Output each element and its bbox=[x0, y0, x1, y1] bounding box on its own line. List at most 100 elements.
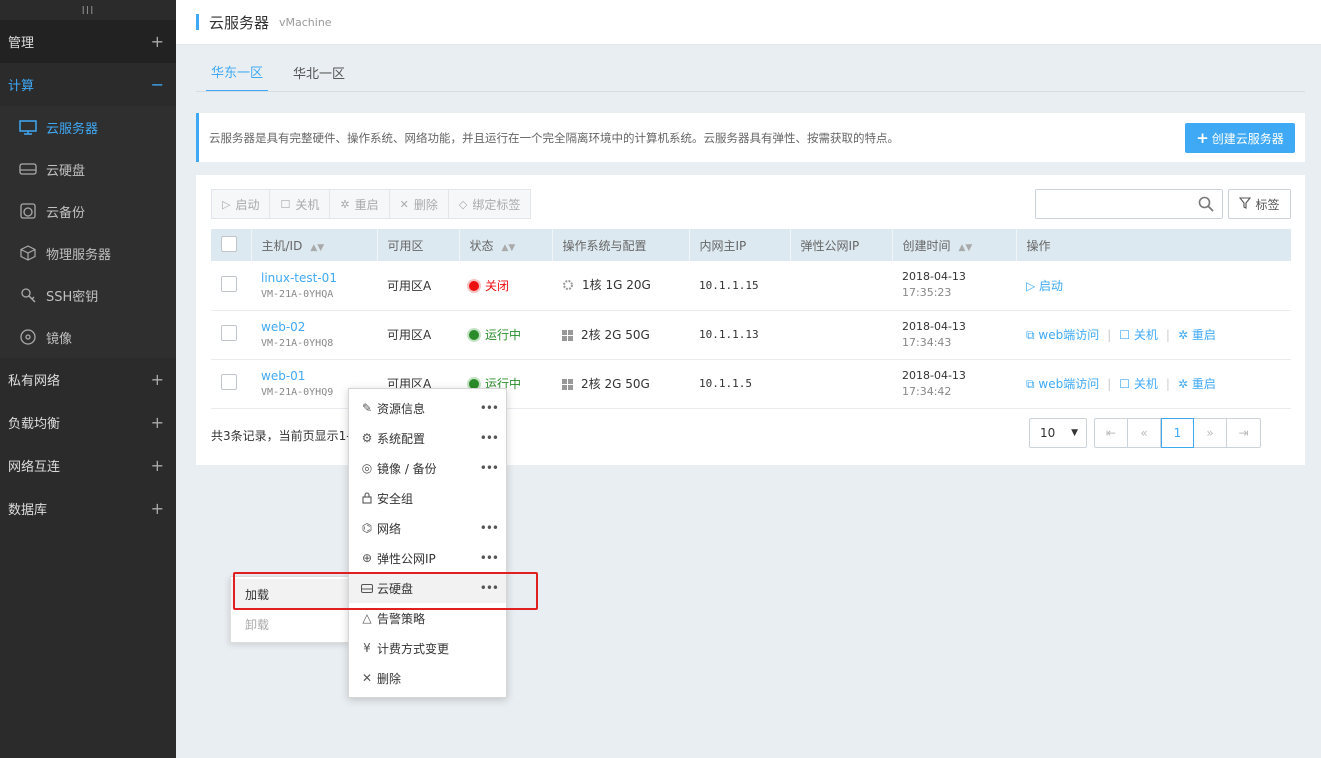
expand-icon: + bbox=[150, 499, 164, 518]
sidebar-item-physical-server[interactable]: 物理服务器 bbox=[0, 232, 176, 274]
stop-action[interactable]: ☐ 关机 bbox=[1119, 377, 1158, 391]
search-icon[interactable] bbox=[1198, 196, 1214, 215]
sidebar-group-label: 私有网络 bbox=[8, 374, 61, 389]
web-access-action[interactable]: ⧉ web端访问 bbox=[1026, 328, 1099, 342]
restart-action[interactable]: ✲ 重启 bbox=[1178, 328, 1216, 342]
sidebar-group-interconnect[interactable]: 网络互连 + bbox=[0, 444, 176, 487]
sidebar-item-label: 镜像 bbox=[46, 331, 73, 347]
menu-item-security-group[interactable]: 安全组 bbox=[349, 483, 506, 513]
cube-icon bbox=[18, 245, 38, 261]
config-text: 1核 1G 20G bbox=[582, 278, 651, 293]
menu-item-resource-info[interactable]: ✎ 资源信息 ••• bbox=[349, 393, 506, 423]
menu-item-cloud-disk[interactable]: 云硬盘 ••• bbox=[349, 573, 506, 603]
create-server-button[interactable]: + 创建云服务器 bbox=[1185, 123, 1295, 153]
menu-item-elastic-ip[interactable]: ⊕ 弹性公网IP ••• bbox=[349, 543, 506, 573]
sidebar-group-label: 数据库 bbox=[8, 503, 48, 518]
more-icon: ••• bbox=[479, 461, 499, 475]
row-checkbox[interactable] bbox=[221, 325, 237, 341]
menu-item-image-backup[interactable]: ◎ 镜像 / 备份 ••• bbox=[349, 453, 506, 483]
restart-label: 重启 bbox=[354, 197, 379, 212]
host-name-link[interactable]: web-02 bbox=[261, 320, 377, 334]
start-action[interactable]: ▷ 启动 bbox=[1026, 279, 1063, 293]
web-access-action[interactable]: ⧉ web端访问 bbox=[1026, 377, 1099, 391]
stop-button[interactable]: ☐ 关机 bbox=[270, 190, 331, 218]
sort-icon[interactable]: ▲▼ bbox=[310, 243, 324, 253]
sidebar-group-label: 网络互连 bbox=[8, 460, 61, 475]
sidebar-item-ssh-key[interactable]: SSH密钥 bbox=[0, 274, 176, 316]
eip-cell bbox=[790, 310, 892, 359]
sidebar-item-label: 云备份 bbox=[46, 205, 86, 221]
last-page-button[interactable]: ⇥ bbox=[1227, 419, 1260, 447]
stop-action[interactable]: ☐ 关机 bbox=[1119, 328, 1158, 342]
menu-item-alarm-policy[interactable]: △ 告警策略 bbox=[349, 603, 506, 633]
divider: | bbox=[1107, 328, 1112, 342]
menu-item-label: 删除 bbox=[377, 671, 402, 686]
actions-cell: ▷ 启动 bbox=[1016, 261, 1291, 310]
tag-filter-button[interactable]: 标签 bbox=[1228, 189, 1291, 219]
page-size-select[interactable]: 10 ▼ bbox=[1029, 418, 1087, 448]
col-private-ip: 内网主IP bbox=[689, 229, 791, 261]
disk-icon bbox=[361, 583, 373, 593]
sort-icon[interactable]: ▲▼ bbox=[959, 243, 973, 253]
current-page-button[interactable]: 1 bbox=[1161, 418, 1194, 448]
tab-north-china-1[interactable]: 华北一区 bbox=[288, 52, 350, 92]
row-checkbox[interactable] bbox=[221, 374, 237, 390]
sidebar-group-management[interactable]: 管理 + bbox=[0, 20, 176, 63]
sidebar-group-compute[interactable]: 计算 − bbox=[0, 63, 176, 106]
sidebar-group-database[interactable]: 数据库 + bbox=[0, 487, 176, 530]
sort-icon[interactable]: ▲▼ bbox=[502, 243, 516, 253]
menu-item-system-config[interactable]: ⚙ 系统配置 ••• bbox=[349, 423, 506, 453]
sidebar-collapse-handle[interactable]: III bbox=[0, 0, 176, 20]
search-input[interactable] bbox=[1035, 189, 1223, 219]
created-time: 17:35:23 bbox=[902, 286, 952, 300]
sidebar-item-cloud-server[interactable]: 云服务器 bbox=[0, 106, 176, 148]
tab-east-china-1[interactable]: 华东一区 bbox=[206, 52, 269, 92]
stop-action-label: 关机 bbox=[1133, 328, 1158, 342]
menu-item-label: 弹性公网IP bbox=[377, 551, 436, 566]
menu-item-label: 计费方式变更 bbox=[377, 641, 450, 656]
linux-icon bbox=[562, 279, 574, 294]
col-status[interactable]: 状态 ▲▼ bbox=[459, 229, 553, 261]
next-page-button[interactable]: » bbox=[1194, 419, 1227, 447]
expand-icon: + bbox=[150, 413, 164, 432]
row-checkbox[interactable] bbox=[221, 275, 237, 292]
host-name-link[interactable]: web-01 bbox=[261, 369, 377, 383]
sidebar-submenu-compute: 云服务器 云硬盘 云备份 物理服务器 SSH密钥 镜像 bbox=[0, 106, 176, 358]
menu-item-network[interactable]: ⌬ 网络 ••• bbox=[349, 513, 506, 543]
page-title: 云服务器 bbox=[209, 13, 270, 32]
col-created-time[interactable]: 创建时间 ▲▼ bbox=[892, 229, 1017, 261]
restart-action[interactable]: ✲ 重启 bbox=[1178, 377, 1216, 391]
sidebar-item-cloud-disk[interactable]: 云硬盘 bbox=[0, 148, 176, 190]
col-label: 创建时间 bbox=[902, 238, 951, 253]
square-icon: ☐ bbox=[1119, 328, 1131, 342]
more-icon: ••• bbox=[479, 521, 499, 535]
monitor-icon bbox=[18, 119, 38, 135]
table-row: web-02 VM-21A-0YHQ8 可用区A 运行中 2核 2G 50G 10… bbox=[211, 310, 1291, 359]
sidebar-item-image[interactable]: 镜像 bbox=[0, 316, 176, 358]
start-button[interactable]: ▷ 启动 bbox=[212, 190, 271, 218]
menu-item-delete[interactable]: ✕ 删除 bbox=[349, 663, 506, 693]
restart-button[interactable]: ✲ 重启 bbox=[330, 190, 390, 218]
prev-page-button[interactable]: « bbox=[1128, 419, 1161, 447]
config-text: 2核 2G 50G bbox=[581, 327, 650, 342]
col-host-id[interactable]: 主机/ID ▲▼ bbox=[251, 229, 378, 261]
windows-icon bbox=[562, 329, 573, 344]
first-page-button[interactable]: ⇤ bbox=[1095, 419, 1128, 447]
web-access-label: web端访问 bbox=[1038, 328, 1100, 342]
bind-tag-button[interactable]: ◇ 绑定标签 bbox=[449, 190, 530, 218]
caret-down-icon: ▼ bbox=[1071, 428, 1078, 438]
sidebar-group-load-balancer[interactable]: 负载均衡 + bbox=[0, 401, 176, 444]
delete-label: 删除 bbox=[413, 197, 438, 212]
delete-button[interactable]: ✕ 删除 bbox=[390, 190, 449, 218]
square-icon: ☐ bbox=[280, 197, 291, 211]
status-cell: 运行中 bbox=[459, 310, 552, 359]
sidebar-item-cloud-backup[interactable]: 云备份 bbox=[0, 190, 176, 232]
tab-divider bbox=[196, 91, 1305, 92]
host-name-link[interactable]: linux-test-01 bbox=[261, 271, 377, 285]
bind-tag-label: 绑定标签 bbox=[472, 197, 521, 212]
sidebar-group-vpc[interactable]: 私有网络 + bbox=[0, 358, 176, 401]
select-all-checkbox[interactable] bbox=[221, 235, 237, 252]
config-cell: 1核 1G 20G bbox=[552, 261, 689, 310]
menu-item-billing-change[interactable]: ¥ 计费方式变更 bbox=[349, 633, 506, 663]
submenu-item-attach[interactable]: 加载 bbox=[231, 579, 349, 609]
